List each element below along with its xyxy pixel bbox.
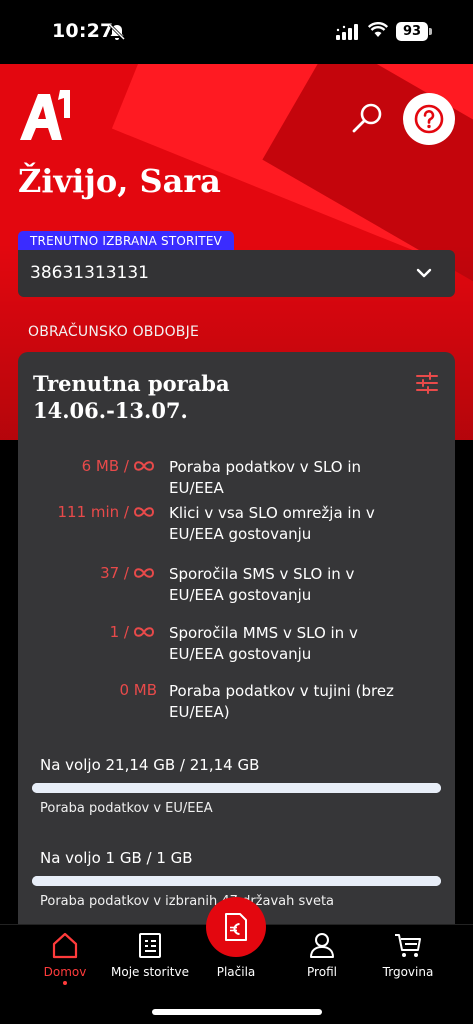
tab-label: Plačila: [216, 965, 256, 979]
tab-my-services[interactable]: Moje storitve: [105, 925, 195, 987]
usage-description: Poraba podatkov v tujini (brez EU/EEA): [169, 682, 394, 721]
tab-label: Profil: [307, 965, 337, 979]
euro-invoice-icon: [225, 913, 247, 941]
status-time: 10:27: [52, 20, 114, 42]
active-indicator-dot: [63, 981, 67, 985]
greeting-title: Živijo, Sara: [18, 162, 221, 200]
profile-icon: [310, 933, 334, 958]
tab-label: Domov: [43, 965, 87, 979]
infinity-icon: [133, 627, 155, 637]
status-bar: 10:27 93: [0, 0, 473, 64]
question-mark-icon: [414, 104, 444, 134]
allowance-caption: Poraba podatkov v EU/EEA: [40, 801, 213, 816]
payments-fab-button[interactable]: [206, 897, 266, 957]
home-indicator[interactable]: [152, 1009, 322, 1015]
usage-description: Poraba podatkov v SLO in EU/EEA: [169, 458, 362, 497]
allowance-label: Na voljo 1 GB / 1 GB: [40, 849, 193, 867]
infinity-icon: [133, 461, 155, 471]
billing-period-label: OBRAČUNSKO OBDOBJE: [28, 324, 199, 340]
allowance-progress-bar: [32, 876, 441, 886]
help-button[interactable]: [403, 93, 455, 145]
allowance-progress-fill: [32, 783, 441, 793]
tab-profile[interactable]: Profil: [277, 925, 367, 987]
usage-description: Sporočila SMS v SLO in v EU/EEA gostovan…: [169, 565, 355, 604]
battery-level: 93: [402, 24, 422, 39]
allowance-caption: Poraba podatkov v izbranih 47 državah sv…: [40, 894, 335, 909]
card-title: Trenutna poraba 14.06.-13.07.: [33, 370, 230, 424]
allowance-label: Na voljo 21,14 GB / 21,14 GB: [40, 756, 260, 774]
tab-shop[interactable]: Trgovina: [363, 925, 453, 987]
tab-label: Trgovina: [382, 965, 434, 979]
usage-description: Klici v vsa SLO omrežja in v EU/EEA gost…: [169, 504, 375, 543]
allowance-progress-fill: [32, 876, 441, 886]
usage-amount: 6 MB /: [82, 457, 157, 475]
usage-amount: 1 /: [110, 623, 157, 641]
filter-settings-icon[interactable]: [415, 372, 439, 394]
tab-home[interactable]: Domov: [20, 925, 110, 987]
services-icon: [139, 933, 161, 958]
usage-amount: 0 MB: [119, 681, 157, 699]
home-icon: [52, 932, 78, 959]
infinity-icon: [133, 568, 155, 578]
a1-logo-icon: [20, 90, 70, 140]
service-selector[interactable]: 38631313131: [18, 250, 455, 297]
allowance-progress-bar: [32, 783, 441, 793]
bell-off-icon: [108, 23, 126, 41]
card-title-period: 14.06.-13.07.: [33, 398, 188, 423]
card-title-main: Trenutna poraba: [33, 371, 230, 396]
service-tag-label: TRENUTNO IZBRANA STORITEV: [18, 231, 235, 251]
service-number: 38631313131: [30, 263, 149, 283]
usage-amount: 37 /: [100, 564, 157, 582]
usage-amount: 111 min /: [57, 503, 157, 521]
usage-description: Sporočila MMS v SLO in v EU/EEA gostovan…: [169, 624, 358, 663]
chevron-down-icon: [416, 268, 432, 278]
infinity-icon: [133, 507, 155, 517]
battery-indicator: 93: [396, 22, 432, 41]
usage-card: Trenutna poraba 14.06.-13.07. 6 MB / Por…: [18, 352, 455, 932]
tab-label: Moje storitve: [111, 965, 189, 979]
home-indicator-area: [0, 986, 473, 1024]
search-icon[interactable]: [348, 100, 386, 138]
signal-icon: [336, 24, 358, 40]
wifi-icon: [368, 22, 388, 37]
cart-icon: [395, 934, 421, 957]
